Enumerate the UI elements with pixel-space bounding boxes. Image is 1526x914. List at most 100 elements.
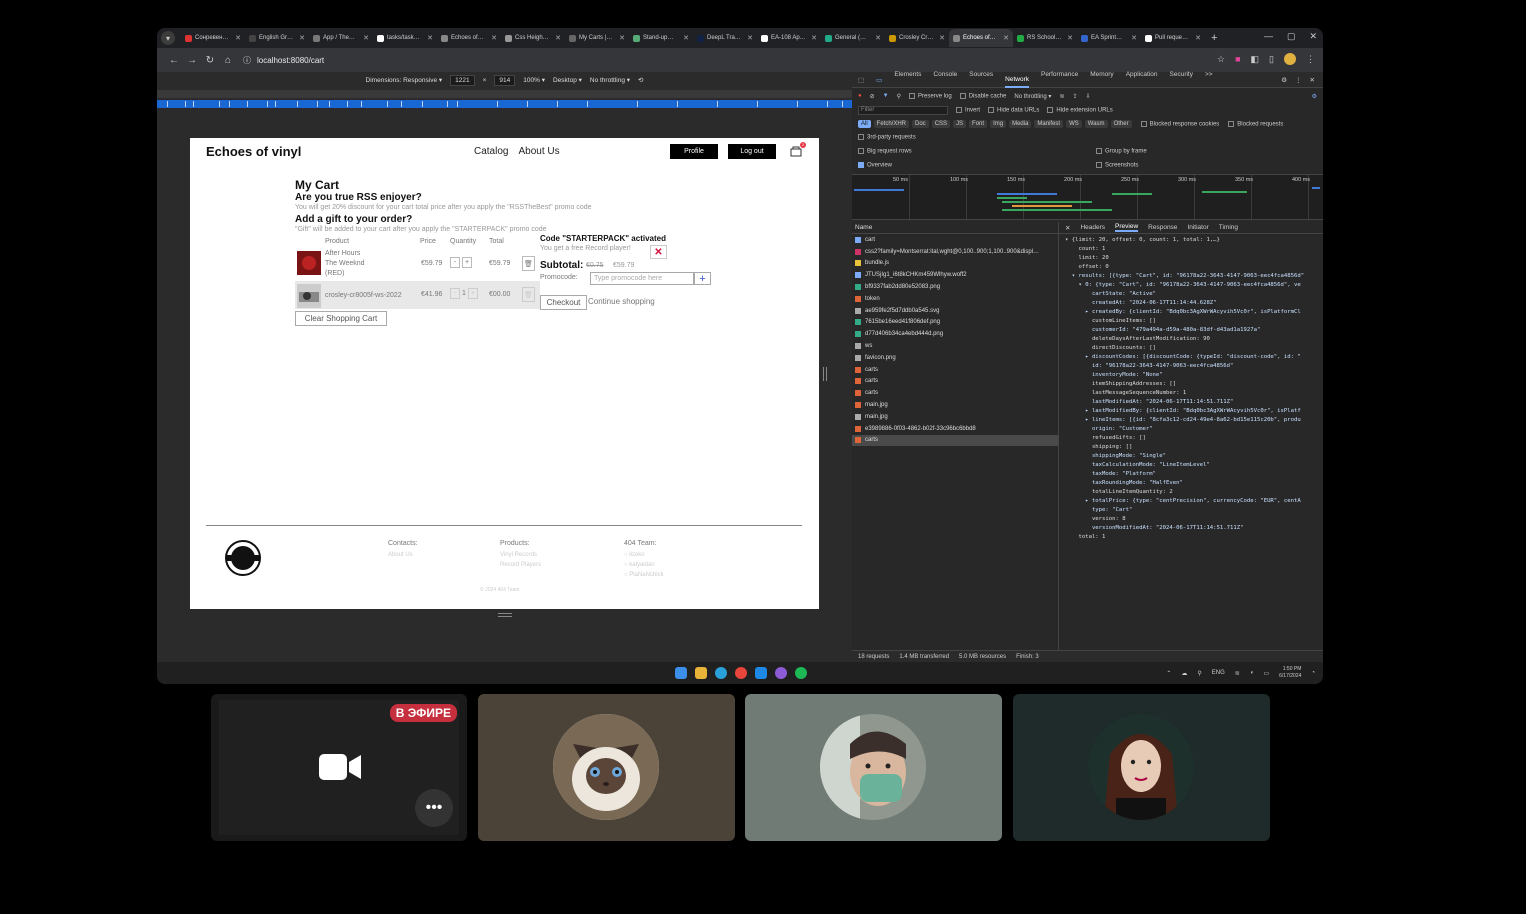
json-preview[interactable]: ▾ {limit: 20, offset: 0, count: 1, total… [1059, 234, 1323, 542]
type-filter-button[interactable]: Font [969, 120, 988, 128]
start-icon[interactable] [675, 667, 687, 679]
close-devtools-icon[interactable]: ✕ [1310, 76, 1315, 84]
profile-button[interactable]: Profile [670, 144, 718, 159]
request-row[interactable]: carts [852, 364, 1058, 376]
name-column-header[interactable]: Name [852, 222, 1058, 234]
record-icon[interactable]: ● [858, 93, 862, 99]
type-filter-button[interactable]: WS [1066, 120, 1082, 128]
nav-about[interactable]: About Us [518, 146, 559, 157]
devtools-tab[interactable]: Security [1170, 71, 1193, 88]
big-rows-checkbox[interactable]: Big request rows [858, 147, 1088, 154]
browser-tab[interactable]: Echoes of… ✕ [437, 29, 501, 47]
inspect-icon[interactable]: ⬚ [858, 76, 864, 84]
tab-close-icon[interactable]: ✕ [1003, 34, 1009, 42]
more-options-button[interactable]: ••• [415, 789, 453, 827]
request-row[interactable]: e3989886-0f03-4862-b02f-33c96bc6bbd8 [852, 423, 1058, 435]
tab-close-icon[interactable]: ✕ [555, 34, 561, 42]
product-image-after-hours[interactable] [297, 251, 321, 275]
preview-tab[interactable]: Headers [1080, 224, 1105, 231]
zoom-select[interactable]: 100% ▾ [523, 76, 545, 84]
type-filter-button[interactable]: CSS [931, 120, 951, 128]
close-window-icon[interactable]: ✕ [1309, 31, 1317, 42]
devtools-tab[interactable]: Console [933, 71, 957, 88]
request-row[interactable]: ws [852, 340, 1058, 352]
browser-tab[interactable]: RS School… ✕ [1013, 29, 1077, 47]
minimize-icon[interactable]: — [1264, 31, 1273, 42]
request-row[interactable]: 7615be16eed41f806def.png [852, 317, 1058, 329]
battery-icon[interactable]: ▭ [1263, 670, 1269, 677]
request-row[interactable]: bf9337fab2dd80e52083.png [852, 281, 1058, 293]
preview-tab[interactable]: Timing [1219, 224, 1238, 231]
third-party-checkbox[interactable]: 3rd-party requests [858, 133, 916, 140]
participant-tile-person[interactable] [745, 694, 1002, 841]
browser-tab[interactable]: My Carts |… ✕ [565, 29, 629, 47]
bookmark-star-icon[interactable]: ☆ [1217, 54, 1225, 65]
devtools-menu-icon[interactable]: ⋮ [1295, 76, 1302, 84]
site-info-icon[interactable]: ⓘ [243, 55, 251, 66]
vscode-icon[interactable] [755, 667, 767, 679]
tab-close-icon[interactable]: ✕ [299, 34, 305, 42]
decrement-button[interactable]: - [450, 288, 460, 299]
logout-button[interactable]: Log out [728, 144, 776, 159]
request-row[interactable]: css2?family=Montserrat:ital,wght@0,100..… [852, 246, 1058, 258]
footer-vinyl-link[interactable]: Vinyl Records [500, 552, 537, 558]
tab-close-icon[interactable]: ✕ [1195, 34, 1201, 42]
type-filter-button[interactable]: Fetch/XHR [873, 120, 910, 128]
blocked-checkbox[interactable]: Blocked response cookies [1140, 120, 1219, 127]
trash-icon[interactable]: 🗑 [522, 256, 535, 271]
request-row[interactable]: bundle.js [852, 258, 1058, 270]
footer-logo[interactable] [220, 538, 266, 578]
network-overview-timeline[interactable]: 50 ms 100 ms 150 ms 200 ms 250 ms 300 ms 350 m… [852, 174, 1323, 221]
type-filter-button[interactable]: Doc [912, 120, 929, 128]
request-row[interactable]: cart [852, 234, 1058, 246]
increment-button[interactable]: + [462, 257, 472, 268]
devtools-tab[interactable]: Network [1005, 76, 1029, 88]
increment-button[interactable]: + [467, 288, 478, 299]
search-icon[interactable]: ⚲ [897, 93, 901, 100]
filter-icon[interactable]: ▼ [883, 93, 889, 99]
telegram-icon[interactable] [715, 667, 727, 679]
preserve-log-checkbox[interactable]: Preserve log [909, 92, 952, 99]
disable-cache-checkbox[interactable]: Disable cache [959, 92, 1006, 99]
group-frame-checkbox[interactable]: Group by frame [1096, 147, 1147, 154]
type-filter-button[interactable]: Media [1009, 120, 1032, 128]
clock[interactable]: 1:50 PM 6/17/2024 [1279, 666, 1301, 680]
extension-icon[interactable]: ■ [1235, 54, 1240, 64]
request-row[interactable]: carts [852, 376, 1058, 388]
invert-checkbox[interactable]: Invert [956, 106, 980, 113]
request-row[interactable]: d77d406b34ca4ebd444d.png [852, 328, 1058, 340]
preview-tab[interactable]: Response [1148, 224, 1177, 231]
settings-gear-icon[interactable]: ⚙ [1281, 76, 1287, 84]
type-filter-button[interactable]: Wasm [1084, 120, 1108, 128]
browser-tab[interactable]: Echoes of… ✕ [949, 29, 1013, 47]
request-row[interactable]: JTUSjIg1_i6t8kCHKm459Wlhyw.woff2 [852, 269, 1058, 281]
device-toggle-icon[interactable]: ▭ [876, 76, 882, 84]
url-field[interactable]: ⓘ localhost:8080/cart [243, 55, 324, 66]
tab-close-icon[interactable]: ✕ [235, 34, 241, 42]
upload-icon[interactable]: ⇪ [1072, 93, 1077, 100]
browser-tab[interactable]: English Gr… ✕ [245, 29, 309, 47]
browser-tab[interactable]: Coнpeвен… ✕ [181, 29, 245, 47]
tab-close-icon[interactable]: ✕ [491, 34, 497, 42]
tab-close-icon[interactable]: ✕ [427, 34, 433, 42]
clear-cart-button[interactable]: Clear Shopping Cart [295, 311, 387, 326]
forward-icon[interactable]: → [183, 55, 201, 66]
resize-handle-right[interactable] [823, 367, 827, 381]
tab-close-icon[interactable]: ✕ [619, 34, 625, 42]
volume-icon[interactable]: ◖ [1250, 670, 1254, 676]
footer-team-link[interactable]: ○ lizeko [624, 552, 645, 558]
request-row[interactable]: carts [852, 387, 1058, 399]
tab-close-icon[interactable]: ✕ [363, 34, 369, 42]
footer-team-link[interactable]: ○ kalyaidan [624, 562, 655, 568]
type-filter-button[interactable]: All [858, 120, 871, 128]
browser-tab[interactable]: Stand-up… ✕ [629, 29, 693, 47]
participant-tile-cat[interactable] [478, 694, 735, 841]
width-input[interactable]: 1221 [450, 74, 475, 86]
discord-icon[interactable] [775, 667, 787, 679]
request-row[interactable]: main.jpg [852, 399, 1058, 411]
browser-tab[interactable]: tasks/task… ✕ [373, 29, 437, 47]
resize-handle-bottom[interactable] [498, 613, 512, 617]
footer-about-link[interactable]: About Us [388, 552, 413, 558]
file-explorer-icon[interactable] [695, 667, 707, 679]
network-settings-icon[interactable]: ⚙ [1312, 93, 1317, 100]
